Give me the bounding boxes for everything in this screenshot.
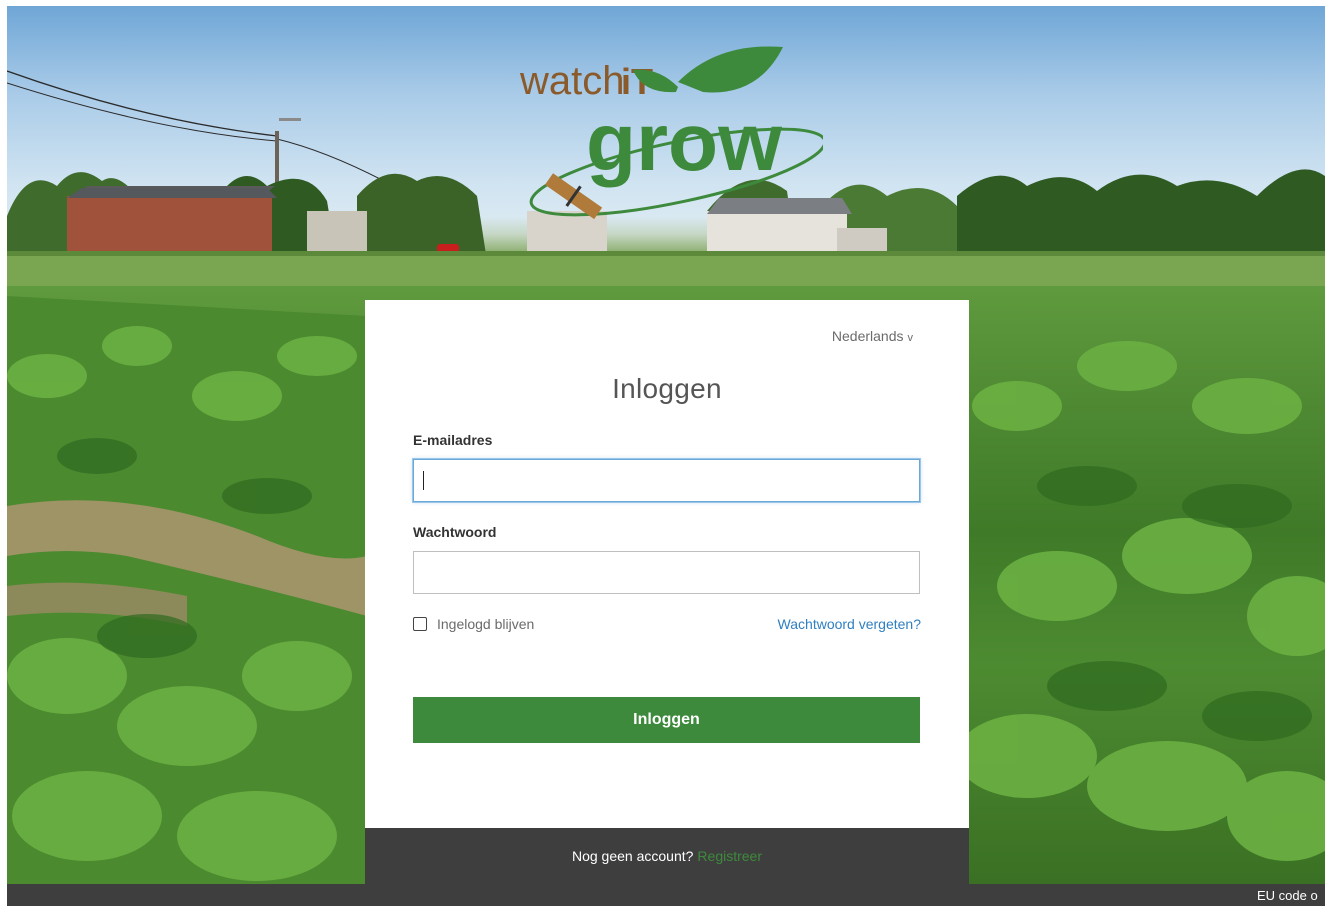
register-prompt: Nog geen account?	[571, 848, 694, 864]
register-footer: Nog geen account? Registreer	[365, 828, 969, 884]
password-label: Wachtwoord	[413, 524, 497, 540]
eu-code-text: EU code o	[1257, 888, 1318, 903]
email-label: E-mailadres	[413, 432, 493, 448]
chevron-down-icon: v	[907, 332, 914, 344]
leaf-icon	[678, 46, 783, 93]
password-field[interactable]	[413, 551, 920, 594]
login-button[interactable]: Inloggen	[413, 697, 920, 743]
remember-me[interactable]: Ingelogd blijven	[413, 616, 534, 632]
remember-label: Ingelogd blijven	[437, 616, 535, 632]
text-caret	[423, 471, 424, 490]
bottom-bar: EU code o	[7, 884, 1325, 906]
page-title: Inloggen	[612, 373, 722, 404]
language-label: Nederlands	[831, 328, 904, 344]
remember-checkbox[interactable]	[413, 617, 427, 631]
email-field[interactable]	[413, 459, 920, 502]
language-selector[interactable]: Nederlands v	[832, 328, 913, 344]
watchit-grow-logo: watch iT grow	[519, 46, 823, 220]
forgot-password-link[interactable]: Wachtwoord vergeten?	[778, 616, 921, 632]
register-link[interactable]: Registreer	[697, 848, 762, 864]
logo-text-grow: grow	[586, 97, 782, 188]
login-card: Nederlands v Inloggen E-mailadres Wachtwo…	[365, 300, 969, 828]
